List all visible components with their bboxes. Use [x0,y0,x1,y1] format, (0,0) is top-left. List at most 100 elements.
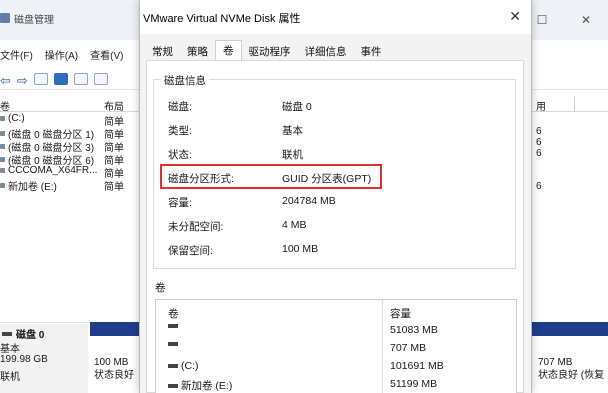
tab-general[interactable]: 常规 [145,42,180,60]
volume-size: 51083 MB [390,324,438,336]
table-row[interactable]: (C:) 101691 MB [156,360,516,378]
menu-file[interactable]: 文件(F) [0,47,33,62]
partition-size: 100 MB [94,357,129,368]
close-icon[interactable]: ✕ [564,13,608,27]
table-row[interactable]: 新加卷 (E:) 51199 MB [156,378,516,393]
volume-list: (C:) 简单 (磁盘 0 磁盘分区 1) 简单 (磁盘 0 磁盘分区 3) 简… [0,113,140,193]
info-value: 基本 [282,125,303,137]
partition-bar [90,322,140,336]
tab-policies[interactable]: 策略 [180,42,215,60]
list-item[interactable]: (磁盘 0 磁盘分区 3) 简单 [0,139,140,154]
volume-name: 新加卷 (E:) [8,182,57,193]
disk-0-label[interactable]: 磁盘 0 基本 199.98 GB 联机 [0,324,88,393]
partition-bar [532,322,608,336]
forward-arrow-icon[interactable]: ⇨ [17,73,28,88]
highlight-box [160,164,382,189]
info-value: 联机 [282,149,303,161]
dialog-title-bar: VMware Virtual NVMe Disk 属性 ✕ [140,0,531,34]
right-column-values: 6 6 6 6 [536,126,542,192]
tab-content-volumes: 磁盘信息 磁盘: 磁盘 0 类型: 基本 状态: 联机 磁盘分区形式: GUID… [146,60,524,393]
properties-icon[interactable] [33,72,48,85]
volume-size: 707 MB [390,342,427,354]
volume-list-header: 卷 布局 [0,96,140,113]
volume-icon [168,383,178,388]
disk-info-label: 磁盘信息 [161,73,209,88]
info-value: 100 MB [282,243,319,255]
disk-status: 联机 [0,372,20,383]
info-key: 保留空间: [168,245,213,257]
tab-driver[interactable]: 驱动程序 [242,42,298,60]
tab-events[interactable]: 事件 [354,42,389,60]
screen: 磁盘管理 — ☐ ✕ 文件(F) 操作(A) 查看(V) ⇦ ⇨ 卷 布局 [0,0,608,393]
right-column-header: 用 [532,96,608,113]
percent-cell [536,170,542,181]
volume-icon [0,116,5,121]
view-icon[interactable] [73,72,88,85]
menu-view[interactable]: 查看(V) [90,47,123,62]
list-item[interactable]: (C:) 简单 [0,113,140,128]
info-key: 容量: [168,197,192,209]
help-icon[interactable] [53,72,68,85]
volume-layout: 简单 [104,182,124,193]
percent-cell: 6 [536,148,542,159]
volume-icon [168,324,178,328]
key-icon[interactable] [93,72,108,85]
info-value: 4 MB [282,219,307,231]
menu-action[interactable]: 操作(A) [45,47,78,62]
percent-cell: 6 [536,137,542,148]
dialog-close-icon[interactable]: ✕ [509,8,521,25]
partition-block[interactable]: 100 MB 状态良好 [94,356,134,382]
list-item[interactable]: CCCOMA_X64FR... 简单 [0,165,140,180]
bg-window-title: 磁盘管理 [0,10,54,26]
volume-size: 101691 MB [390,360,444,372]
volume-icon [168,342,178,346]
volume-icon [0,157,5,162]
col-volume-header[interactable]: 卷 [168,306,179,321]
back-arrow-icon[interactable]: ⇦ [0,73,11,88]
disk-management-icon [0,13,10,23]
list-item[interactable]: (磁盘 0 磁盘分区 1) 简单 [0,126,140,141]
col-percent-header[interactable]: 用 [536,98,546,113]
volume-name: (C:) [181,360,199,372]
volume-size: 51199 MB [390,378,438,390]
disk-icon [2,331,12,336]
partition-block[interactable]: 707 MB 状态良好 (恢复 [538,356,604,382]
table-row[interactable]: 51083 MB [156,324,516,342]
volume-table: 卷 容量 51083 MB 707 MB (C:) 101691 MB 新加卷 … [155,299,517,393]
list-item[interactable]: (磁盘 0 磁盘分区 6) 简单 [0,152,140,167]
dialog-tabs: 常规 策略 卷 驱动程序 详细信息 事件 [140,40,531,60]
volume-icon [168,364,178,368]
disk-properties-dialog: VMware Virtual NVMe Disk 属性 ✕ 常规 策略 卷 驱动… [139,0,532,393]
volume-name: 新加卷 (E:) [181,380,233,392]
column-divider [574,96,575,112]
dialog-title: VMware Virtual NVMe Disk 属性 [143,13,301,25]
disk-type: 基本 [0,344,20,355]
partition-status: 状态良好 (恢复 [538,370,605,381]
volumes-label: 卷 [155,282,166,294]
col-capacity-header[interactable]: 容量 [390,306,411,321]
table-row[interactable]: 707 MB [156,342,516,360]
info-key: 状态: [168,149,192,161]
info-key: 类型: [168,125,192,137]
percent-cell: 6 [536,181,542,192]
volume-icon [0,183,5,188]
partition-status: 状态良好 [94,370,134,381]
tab-volumes[interactable]: 卷 [215,40,242,60]
volume-name: CCCOMA_X64FR... [8,165,98,176]
volume-name: (C:) [8,113,25,124]
col-layout-header[interactable]: 布局 [104,98,124,113]
info-key: 磁盘: [168,101,192,113]
partition-size: 707 MB [538,357,573,368]
bg-menu-bar: 文件(F) 操作(A) 查看(V) [0,44,123,64]
list-item[interactable]: 新加卷 (E:) 简单 [0,178,140,193]
info-key: 未分配空间: [168,221,224,233]
info-value: 磁盘 0 [282,101,312,113]
disk-size: 199.98 GB [0,354,48,365]
tab-details[interactable]: 详细信息 [298,42,354,60]
bg-window-title-text: 磁盘管理 [14,14,54,26]
percent-cell: 6 [536,126,542,137]
info-value: 204784 MB [282,195,336,207]
volume-icon [0,131,5,136]
dvd-icon [0,168,5,173]
col-volume-header[interactable]: 卷 [0,98,10,113]
